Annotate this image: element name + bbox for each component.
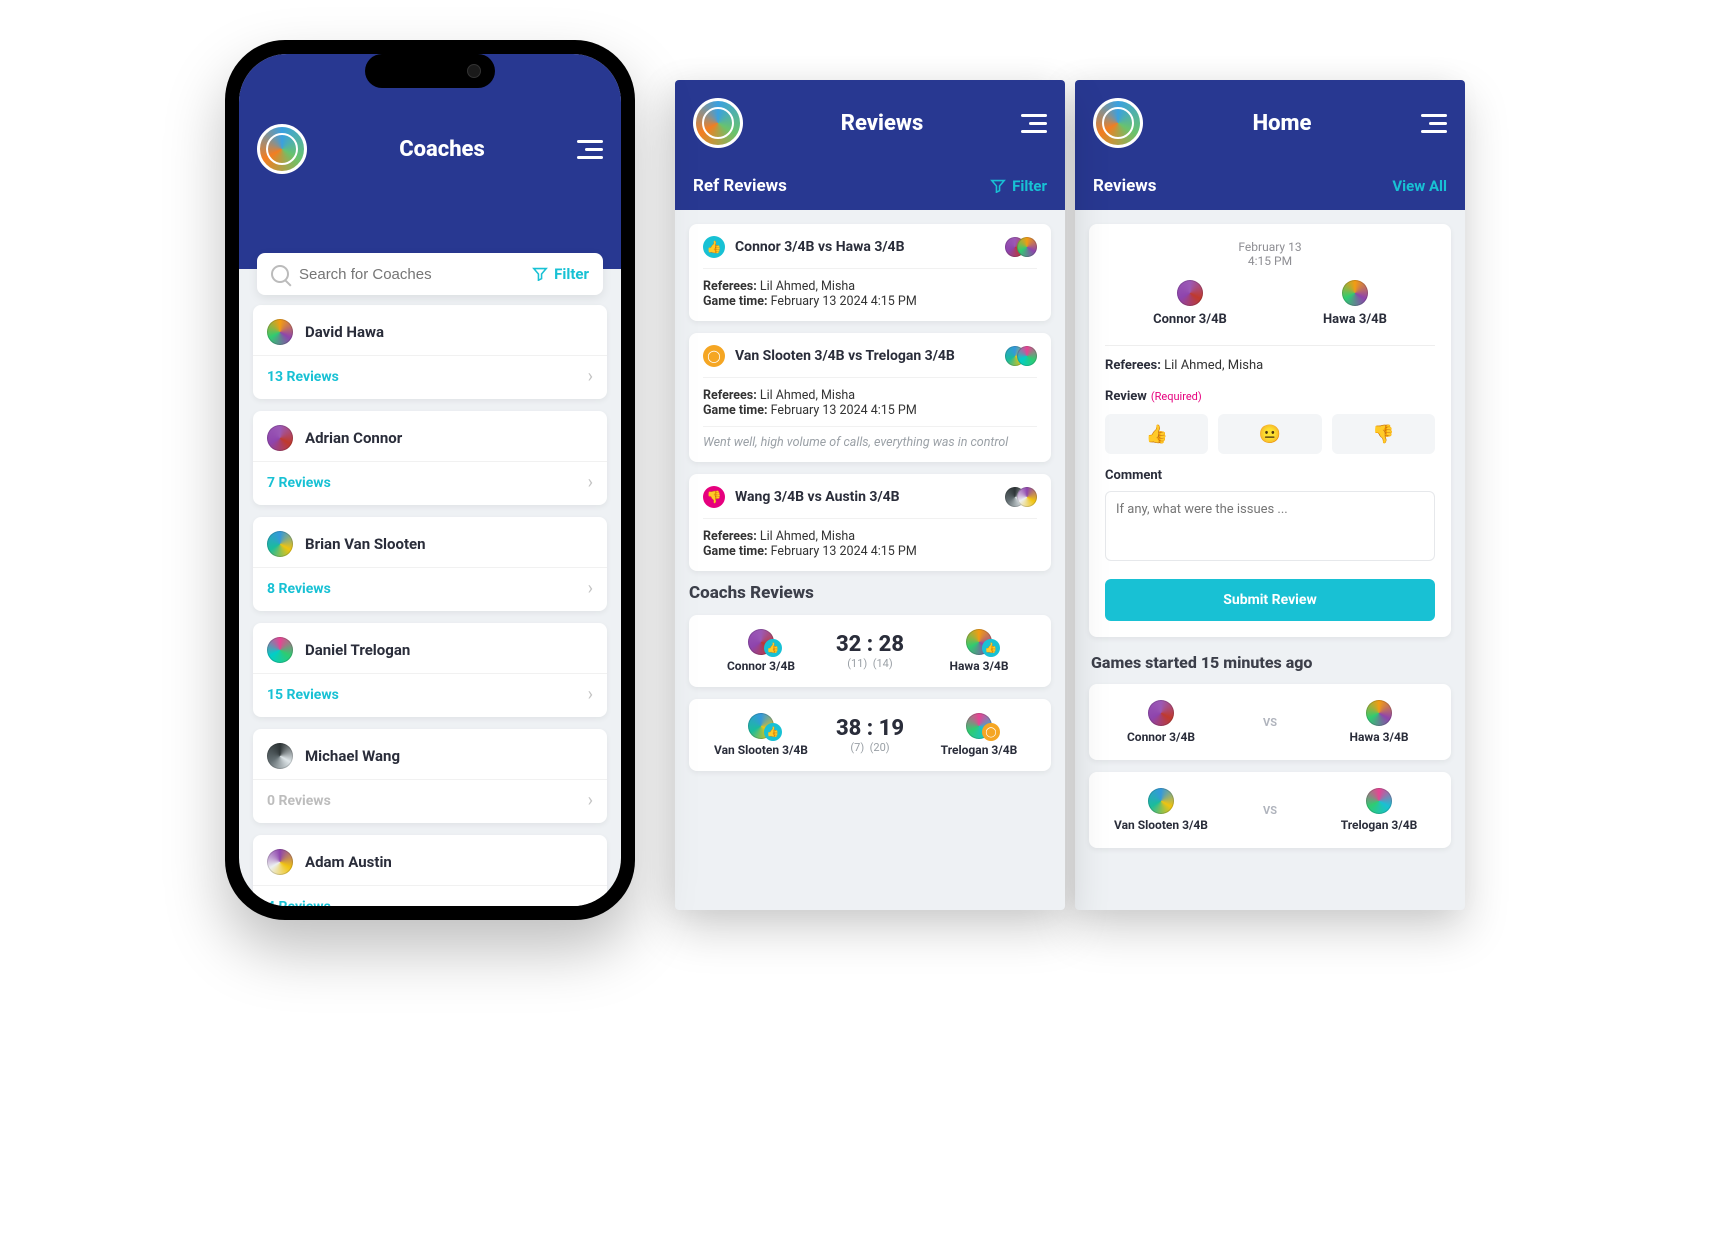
teams-icon (1005, 487, 1037, 507)
review-form-card: February 13 4:15 PM Connor 3/4B Hawa 3/4… (1089, 224, 1451, 637)
teams-icon (1005, 237, 1037, 257)
filter-icon (532, 267, 548, 281)
review-item[interactable]: 👍 Connor 3/4B vs Hawa 3/4B Referees: Lil… (689, 224, 1051, 321)
score: 32 : 28 (11) (14) (836, 632, 904, 670)
reviews-link[interactable]: 15 Reviews (267, 687, 339, 703)
filter-button[interactable]: Filter (990, 177, 1047, 195)
match-date: February 13 4:15 PM (1105, 240, 1435, 268)
coach-item[interactable]: Michael Wang 0 Reviews› (253, 729, 607, 823)
team-icon (1342, 280, 1368, 306)
view-all-link[interactable]: View All (1392, 177, 1447, 195)
submit-review-button[interactable]: Submit Review (1105, 579, 1435, 621)
search-bar[interactable]: Filter (257, 253, 603, 295)
review-comment: Went well, high volume of calls, everyth… (703, 426, 1037, 450)
home-header: Home (1075, 80, 1465, 166)
avatar-icon (267, 849, 293, 875)
chevron-right-icon: › (588, 472, 593, 493)
avatar-icon (267, 637, 293, 663)
team-icon (1366, 788, 1392, 814)
score-item[interactable]: 👍 Van Slooten 3/4B 38 : 19 (7) (20) ◯ Tr… (689, 699, 1051, 771)
menu-icon[interactable] (1421, 114, 1447, 133)
coaches-list: David Hawa 13 Reviews› Adrian Connor 7 R… (239, 269, 621, 906)
home-screen: Home Reviews View All February 13 4:15 P… (1075, 80, 1465, 910)
avatar-icon (267, 319, 293, 345)
reviews-body: 👍 Connor 3/4B vs Hawa 3/4B Referees: Lil… (675, 210, 1065, 797)
chevron-right-icon: › (588, 684, 593, 705)
reviews-screen: Reviews Ref Reviews Filter 👍 Connor 3/4B… (675, 80, 1065, 910)
app-logo (257, 124, 307, 174)
home-reviews-section: Reviews View All (1075, 166, 1465, 210)
score-item[interactable]: 👍 Connor 3/4B 32 : 28 (11) (14) 👍 Hawa 3… (689, 615, 1051, 687)
review-item[interactable]: ◯ Van Slooten 3/4B vs Trelogan 3/4B Refe… (689, 333, 1051, 462)
vs-label: VS (1263, 804, 1277, 817)
search-icon (271, 265, 289, 283)
thumbs-up-icon: 👍 (703, 236, 725, 258)
filter-button[interactable]: Filter (532, 265, 589, 283)
coach-item[interactable]: Daniel Trelogan 15 Reviews› (253, 623, 607, 717)
reviews-link[interactable]: 13 Reviews (267, 369, 339, 385)
vs-label: VS (1263, 716, 1277, 729)
thumbs-up-icon: 👍 (764, 723, 782, 741)
coach-item[interactable]: David Hawa 13 Reviews› (253, 305, 607, 399)
game-item[interactable]: Connor 3/4B VS Hawa 3/4B (1089, 684, 1451, 760)
ref-reviews-section: Ref Reviews Filter (675, 166, 1065, 210)
phone-frame: Coaches Filter David Hawa 13 Reviews› (225, 40, 635, 920)
page-title: Home (1253, 111, 1312, 136)
search-input[interactable] (299, 266, 522, 283)
team-icon (1148, 700, 1174, 726)
reviews-link[interactable]: 8 Reviews (267, 581, 331, 597)
avatar-icon (267, 531, 293, 557)
chevron-right-icon: › (588, 366, 593, 387)
phone-notch (365, 54, 495, 88)
team-icon (1366, 700, 1392, 726)
coach-item[interactable]: Brian Van Slooten 8 Reviews› (253, 517, 607, 611)
home-body: February 13 4:15 PM Connor 3/4B Hawa 3/4… (1075, 210, 1465, 874)
neutral-icon: ◯ (982, 723, 1000, 741)
menu-icon[interactable] (1021, 114, 1047, 133)
review-neutral-button[interactable]: 😐 (1218, 414, 1321, 454)
review-item[interactable]: 👎 Wang 3/4B vs Austin 3/4B Referees: Lil… (689, 474, 1051, 571)
reviews-link[interactable]: 7 Reviews (267, 475, 331, 491)
page-title: Coaches (399, 137, 485, 162)
team-icon (1177, 280, 1203, 306)
coach-item[interactable]: Adam Austin 4 Reviews› (253, 835, 607, 906)
coach-reviews-heading: Coachs Reviews (689, 583, 1051, 603)
app-logo (1093, 98, 1143, 148)
review-bad-button[interactable]: 👎 (1332, 414, 1435, 454)
chevron-right-icon: › (588, 578, 593, 599)
thumbs-up-icon: 👍 (764, 639, 782, 657)
teams-icon (1005, 346, 1037, 366)
chevron-right-icon: › (588, 790, 593, 811)
reviews-link[interactable]: 4 Reviews (267, 899, 331, 907)
team-icon (1148, 788, 1174, 814)
score: 38 : 19 (7) (20) (836, 716, 904, 754)
avatar-icon (267, 743, 293, 769)
comment-label: Comment (1105, 468, 1435, 483)
avatar-icon (267, 425, 293, 451)
thumbs-up-icon: 👍 (982, 639, 1000, 657)
neutral-icon: ◯ (703, 345, 725, 367)
game-item[interactable]: Van Slooten 3/4B VS Trelogan 3/4B (1089, 772, 1451, 848)
chevron-right-icon: › (588, 896, 593, 906)
app-logo (693, 98, 743, 148)
page-title: Reviews (841, 111, 924, 136)
comment-input[interactable] (1105, 491, 1435, 561)
reviews-header: Reviews (675, 80, 1065, 166)
filter-icon (990, 179, 1006, 193)
review-good-button[interactable]: 👍 (1105, 414, 1208, 454)
reviews-link[interactable]: 0 Reviews (267, 793, 331, 809)
coach-item[interactable]: Adrian Connor 7 Reviews› (253, 411, 607, 505)
thumbs-down-icon: 👎 (703, 486, 725, 508)
coaches-screen: Coaches Filter David Hawa 13 Reviews› (239, 54, 621, 906)
menu-icon[interactable] (577, 140, 603, 159)
games-heading: Games started 15 minutes ago (1091, 653, 1449, 672)
